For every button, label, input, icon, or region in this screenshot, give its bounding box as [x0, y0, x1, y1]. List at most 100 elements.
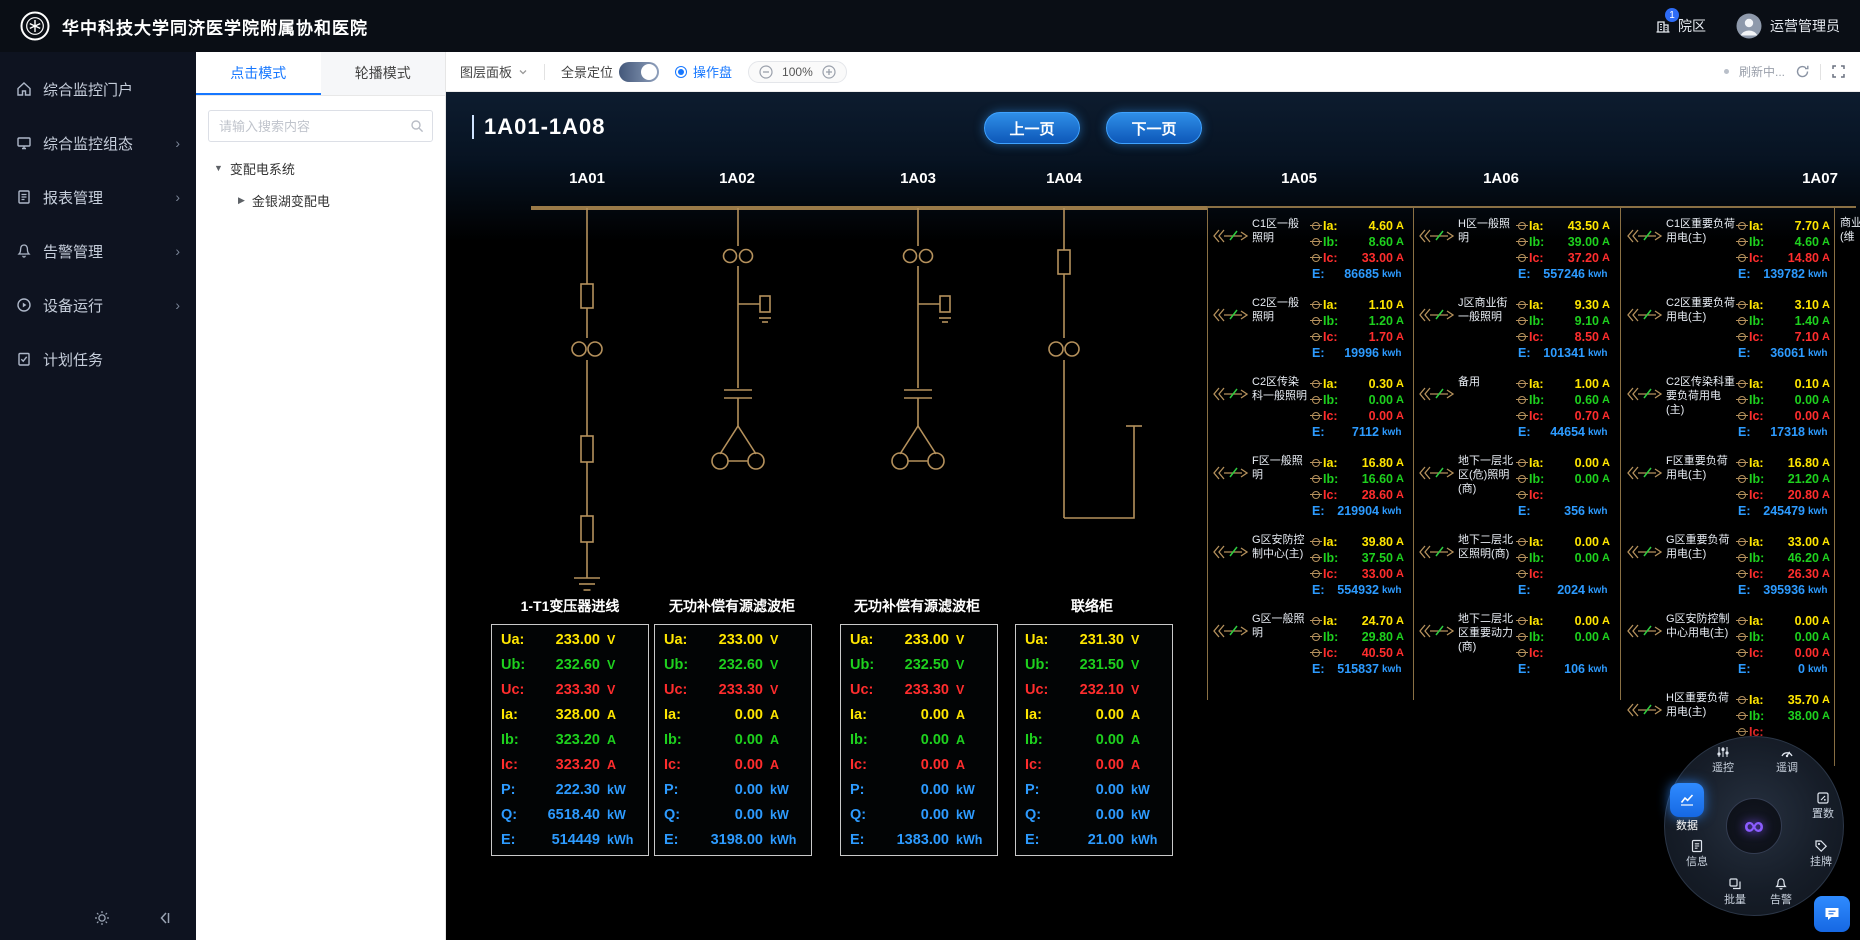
layer-panel-dropdown[interactable]: 图层面板: [460, 62, 528, 81]
feeder-current-line: Ia:0.00A: [1738, 613, 1834, 629]
phase-label: Ia:: [1529, 219, 1549, 233]
wheel-item-data-chart[interactable]: 数据: [1665, 783, 1709, 832]
feeder-row[interactable]: G区安防控制中心(主)Ia:39.80AIb:37.50AIc:33.00AE:…: [1212, 528, 1408, 607]
disconnector-icon: [1738, 475, 1746, 483]
chat-button[interactable]: [1814, 896, 1850, 932]
refresh-icon[interactable]: [1795, 64, 1810, 79]
sidebar-item-1[interactable]: 综合监控门户: [0, 62, 196, 116]
feeder-row[interactable]: G区一般照明Ia:24.70AIb:29.80AIc:40.50AE:51583…: [1212, 607, 1408, 686]
feeder-energy-line: E:17318kwh: [1738, 424, 1834, 440]
feeder-row[interactable]: J区商业街一般照明Ia:9.30AIb:9.10AIc:8.50AE:10134…: [1418, 291, 1614, 370]
feeder-current-line: Ic:28.60A: [1312, 487, 1408, 503]
meter-row: Ub:232.60V: [501, 658, 639, 673]
collapse-sidebar-icon[interactable]: [156, 910, 172, 926]
disconnector-icon: [1312, 475, 1320, 483]
tab-click-mode[interactable]: 点击模式: [196, 52, 321, 95]
feeder-row[interactable]: C1区重要负荷用电(主)Ia:7.70AIb:4.60AIc:14.80AE:1…: [1626, 212, 1834, 291]
phase-value: 0.00: [1769, 646, 1822, 660]
phase-label: Ic:: [1749, 646, 1769, 660]
feeder-row[interactable]: G区安防控制中心用电(主)Ia:0.00AIb:0.00AIc:0.00AE:0…: [1626, 607, 1834, 686]
disconnector-icon: [1518, 459, 1526, 467]
campus-switcher[interactable]: 1 院区: [1654, 16, 1706, 36]
feeder-row[interactable]: 备用Ia:1.00AIb:0.60AIc:0.70AE:44654kwh: [1418, 370, 1614, 449]
phase-label: Ia:: [1749, 693, 1769, 707]
feeder-current-line: Ib:38.00A: [1738, 708, 1834, 724]
wheel-item-remote-control[interactable]: 遥控: [1701, 745, 1745, 774]
prev-page-button[interactable]: 上一页: [984, 112, 1080, 144]
disconnector-icon: [1738, 238, 1746, 246]
tree-node[interactable]: ▼变配电系统: [196, 152, 445, 184]
breaker-symbol-icon: [1418, 306, 1458, 324]
breaker-symbol-icon: [1626, 464, 1666, 482]
meter-row: Ib:0.00A: [1025, 733, 1163, 748]
batch-icon: [1713, 877, 1757, 892]
wheel-item-info[interactable]: 信息: [1675, 839, 1719, 868]
wheel-center[interactable]: ∞: [1726, 798, 1782, 854]
feeder-row[interactable]: F区一般照明Ia:16.80AIb:16.60AIc:28.60AE:21990…: [1212, 449, 1408, 528]
topbar-right: 1 院区 运营管理员: [1654, 13, 1840, 39]
scada-canvas[interactable]: 1A01-1A08 上一页 下一页: [446, 92, 1860, 940]
feeder-row[interactable]: 地下二层北区重要动力(商)Ia:0.00AIb:0.00AIc:E:106kwh: [1418, 607, 1614, 686]
busbar-extension: [1188, 206, 1856, 208]
feeder-row[interactable]: C2区一般照明Ia:1.10AIb:1.20AIc:1.70AE:19996kw…: [1212, 291, 1408, 370]
phase-unit: A: [1822, 568, 1834, 580]
feeder-row[interactable]: C2区重要负荷用电(主)Ia:3.10AIb:1.40AIc:7.10AE:36…: [1626, 291, 1834, 370]
radio-selected-icon: [675, 66, 687, 78]
feeder-row[interactable]: H区一般照明Ia:43.50AIb:39.00AIc:37.20AE:55724…: [1418, 212, 1614, 291]
feeder-current-line: Ic:33.00A: [1312, 566, 1408, 582]
phase-value: 29.80: [1343, 630, 1396, 644]
search-input[interactable]: [208, 110, 433, 142]
zoom-out-button[interactable]: [759, 65, 773, 79]
breaker-symbol-icon: [1418, 464, 1458, 482]
breaker-symbol-icon: [1212, 306, 1252, 324]
tab-carousel-mode[interactable]: 轮播模式: [321, 52, 446, 95]
feeder-row[interactable]: 地下一层北区(危)照明(商)Ia:0.00AIb:0.00AIc:E:356kw…: [1418, 449, 1614, 528]
phase-value: 0.00: [1549, 456, 1602, 470]
phase-unit: A: [1396, 394, 1408, 406]
phase-label: Ib:: [1529, 314, 1549, 328]
phase-unit: A: [1822, 489, 1834, 501]
feeder-row[interactable]: 地下二层北区照明(商)Ia:0.00AIb:0.00AIc:E:2024kwh: [1418, 528, 1614, 607]
sidebar-item-4[interactable]: 告警管理›: [0, 224, 196, 278]
wheel-item-remote-adjust[interactable]: 遥调: [1765, 745, 1809, 774]
phase-value: 0.10: [1769, 377, 1822, 391]
meter-label: Ia:: [664, 708, 698, 723]
sidebar-item-2[interactable]: 综合监控组态›: [0, 116, 196, 170]
wheel-item-tag[interactable]: 挂牌: [1799, 839, 1843, 868]
ops-control-wheel: ∞ 遥控遥调数据 置数信息 挂牌批量告警: [1664, 736, 1844, 916]
fullscreen-icon[interactable]: [1831, 64, 1846, 79]
feeder-row[interactable]: C2区传染科重要负荷用电(主)Ia:0.10AIb:0.00AIc:0.00AE…: [1626, 370, 1834, 449]
phase-value: 24.70: [1343, 614, 1396, 628]
sidebar-item-5[interactable]: 设备运行›: [0, 278, 196, 332]
pano-locate-toggle[interactable]: [619, 62, 659, 82]
phase-unit: A: [1822, 220, 1834, 232]
ops-pad-radio[interactable]: 操作盘: [675, 62, 732, 81]
meter-label: E:: [664, 833, 698, 848]
info-icon: [1675, 839, 1719, 854]
phase-label: Ib:: [1323, 630, 1343, 644]
zoom-in-button[interactable]: [822, 65, 836, 79]
user-menu[interactable]: 运营管理员: [1736, 13, 1840, 39]
monitor-icon: [16, 135, 32, 151]
tree-node[interactable]: ▶金银湖变配电: [196, 184, 445, 216]
feeder-row[interactable]: F区重要负荷用电(主)Ia:16.80AIb:21.20AIc:20.80AE:…: [1626, 449, 1834, 528]
disconnector-icon: [1518, 617, 1526, 625]
phase-unit: A: [1396, 615, 1408, 627]
sidebar-item-3[interactable]: 报表管理›: [0, 170, 196, 224]
meter-label: Q:: [664, 808, 698, 823]
feeder-values: Ia:0.00AIb:0.00AIc:E:106kwh: [1518, 613, 1614, 677]
next-page-button[interactable]: 下一页: [1106, 112, 1202, 144]
disconnector-icon: [1518, 649, 1526, 657]
phase-unit: A: [1602, 220, 1614, 232]
feeder-row[interactable]: G区重要负荷用电(主)Ia:33.00AIb:46.20AIc:26.30AE:…: [1626, 528, 1834, 607]
feeder-row[interactable]: C2区传染科一般照明Ia:0.30AIb:0.00AIc:0.00AE:7112…: [1212, 370, 1408, 449]
feeder-values: Ia:0.00AIb:0.00AIc:0.00AE:0kwh: [1738, 613, 1834, 677]
sidebar: 综合监控门户综合监控组态›报表管理›告警管理›设备运行›计划任务: [0, 52, 196, 940]
sidebar-item-6[interactable]: 计划任务: [0, 332, 196, 386]
theme-toggle-icon[interactable]: [94, 910, 110, 926]
wheel-item-alarm-bell[interactable]: 告警: [1759, 877, 1803, 906]
wheel-item-set-value[interactable]: 置数: [1801, 791, 1845, 820]
wheel-item-batch[interactable]: 批量: [1713, 877, 1757, 906]
feeder-row[interactable]: C1区一般照明Ia:4.60AIb:8.60AIc:33.00AE:86685k…: [1212, 212, 1408, 291]
energy-unit: kwh: [1808, 269, 1834, 280]
